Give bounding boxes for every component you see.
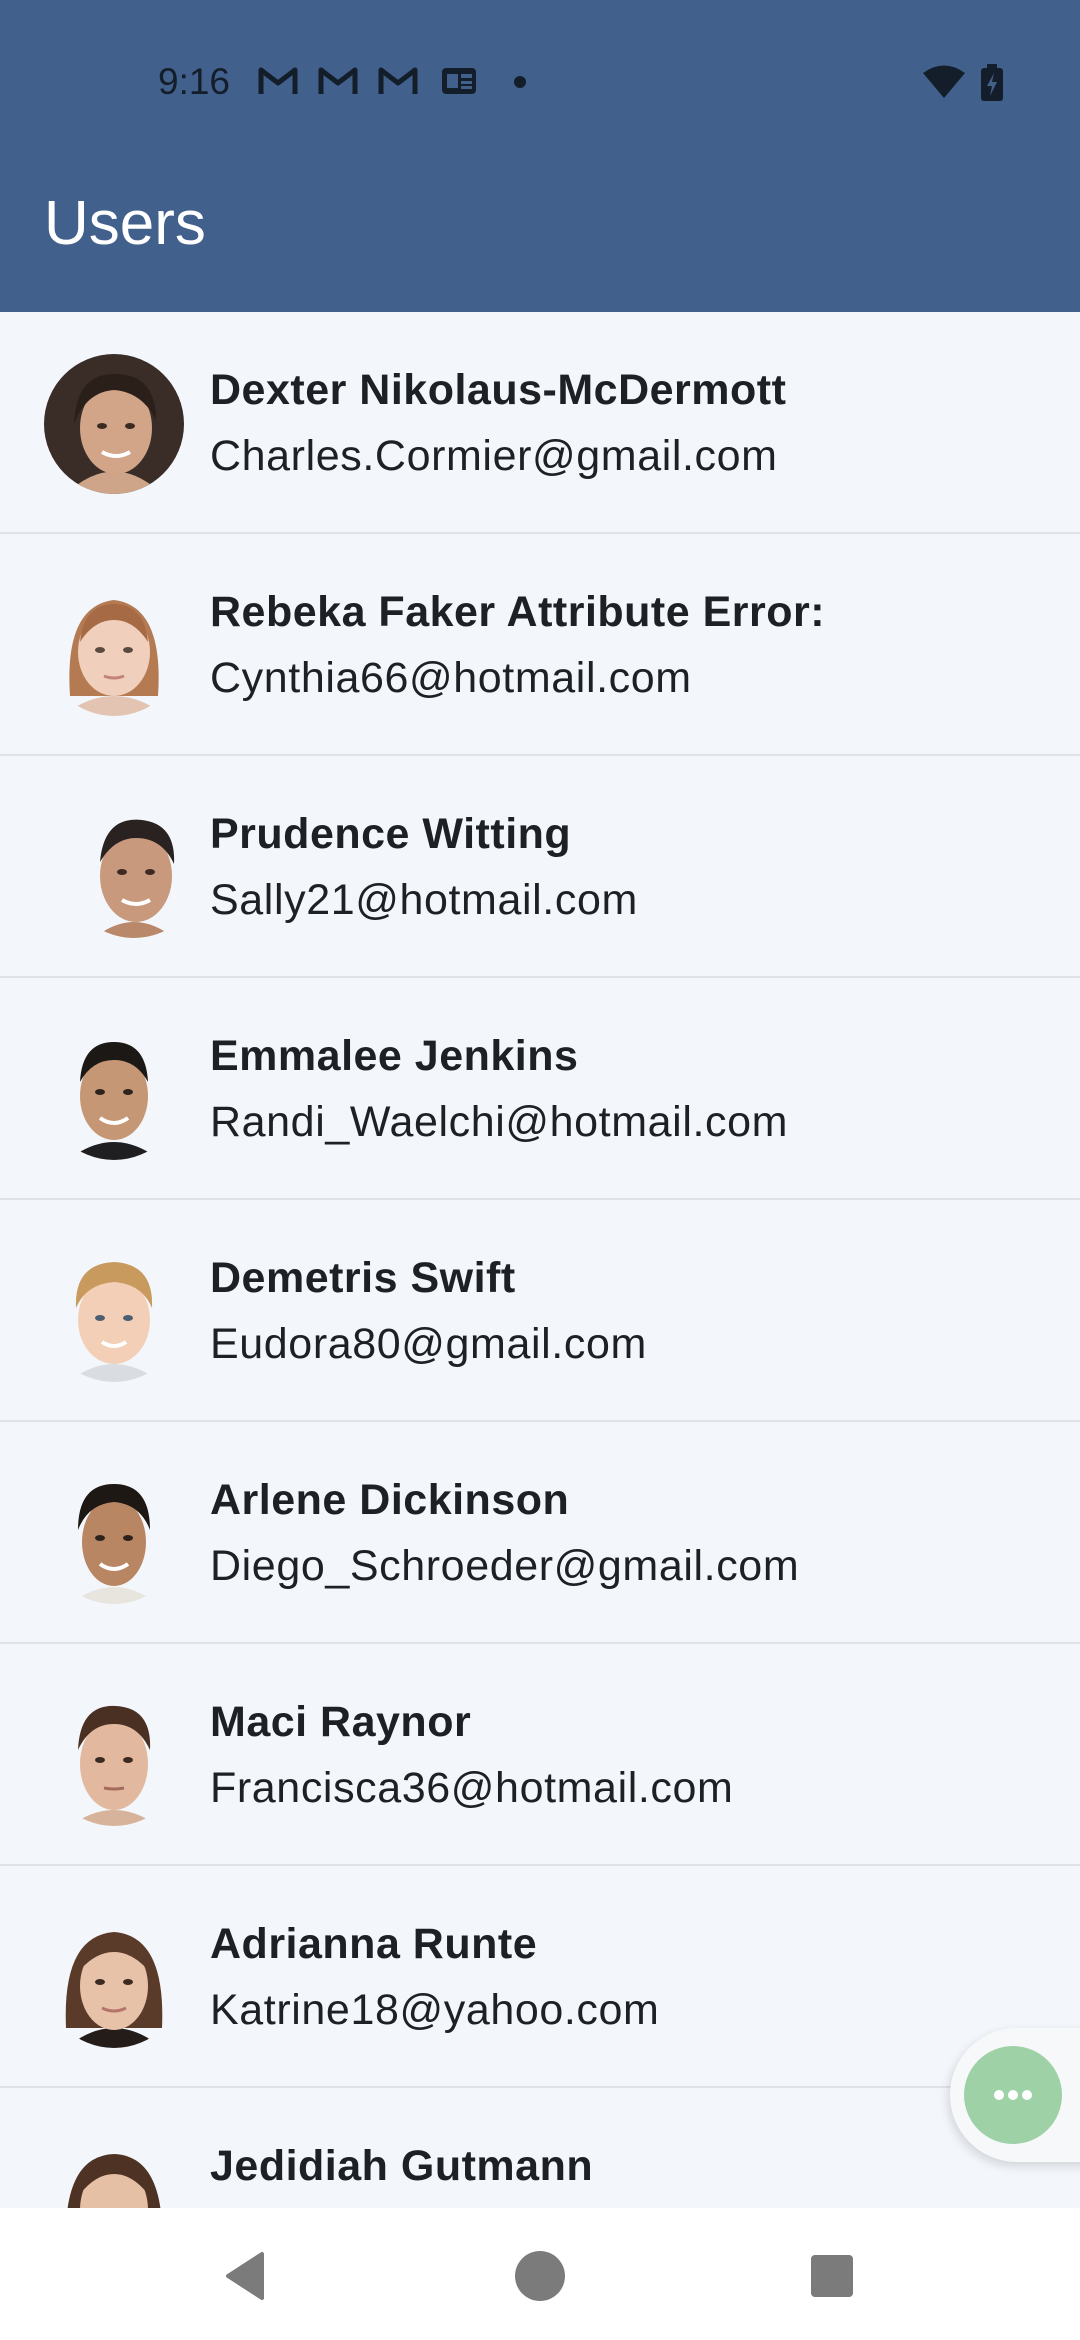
user-name: Emmalee Jenkins <box>210 1032 579 1080</box>
list-item[interactable]: Dexter Nikolaus-McDermott Charles.Cormie… <box>0 312 1080 534</box>
list-item[interactable]: Rebeka Faker Attribute Error: Cynthia66@… <box>0 534 1080 756</box>
home-icon <box>510 2246 570 2306</box>
recents-icon <box>802 2246 862 2306</box>
gmail-icon <box>318 64 358 98</box>
list-item[interactable]: Arlene Dickinson Diego_Schroeder@gmail.c… <box>0 1422 1080 1644</box>
list-item[interactable]: Maci Raynor Francisca36@hotmail.com <box>0 1644 1080 1866</box>
user-email: Cynthia66@hotmail.com <box>210 654 692 702</box>
more-horizontal-icon <box>964 2046 1062 2144</box>
list-item[interactable]: Prudence Witting Sally21@hotmail.com <box>0 756 1080 978</box>
avatar <box>44 1020 184 1160</box>
avatar <box>64 798 204 938</box>
user-email: Randi_Waelchi@hotmail.com <box>210 1098 789 1146</box>
back-icon <box>218 2246 278 2306</box>
dot-icon <box>512 64 528 98</box>
gmail-icon <box>378 64 418 98</box>
navigation-bar <box>0 2208 1080 2340</box>
list-item[interactable]: Emmalee Jenkins Randi_Waelchi@hotmail.co… <box>0 978 1080 1200</box>
user-email: Sally21@hotmail.com <box>210 876 638 924</box>
battery-icon <box>980 64 1004 101</box>
avatar <box>44 2130 184 2208</box>
news-icon <box>440 64 478 98</box>
user-email: Katrine18@yahoo.com <box>210 1986 660 2034</box>
list-item[interactable]: Demetris Swift Eudora80@gmail.com <box>0 1200 1080 1422</box>
avatar <box>44 1464 184 1604</box>
avatar <box>44 1686 184 1826</box>
status-time: 9:16 <box>158 61 231 102</box>
recents-button[interactable] <box>802 2246 862 2306</box>
app-bar: 9:16 Users <box>0 0 1080 312</box>
user-name: Adrianna Runte <box>210 1920 538 1968</box>
user-name: Prudence Witting <box>210 810 572 858</box>
list-item[interactable]: Jedidiah Gutmann <box>0 2088 1080 2208</box>
user-email: Francisca36@hotmail.com <box>210 1764 734 1812</box>
list-item[interactable]: Adrianna Runte Katrine18@yahoo.com <box>0 1866 1080 2088</box>
user-name: Rebeka Faker Attribute Error: <box>210 588 826 636</box>
avatar <box>44 576 184 716</box>
user-name: Arlene Dickinson <box>210 1476 570 1524</box>
avatar <box>44 1242 184 1382</box>
user-email: Diego_Schroeder@gmail.com <box>210 1542 800 1590</box>
user-name: Maci Raynor <box>210 1698 472 1746</box>
home-button[interactable] <box>510 2246 570 2306</box>
user-list[interactable]: Dexter Nikolaus-McDermott Charles.Cormie… <box>0 312 1080 2208</box>
user-email: Eudora80@gmail.com <box>210 1320 647 1368</box>
page-title: Users <box>44 189 206 258</box>
more-button[interactable] <box>964 2046 1062 2144</box>
fab-container <box>950 2028 1080 2162</box>
wifi-icon <box>922 64 966 98</box>
status-bar: 9:16 <box>0 0 1080 168</box>
user-name: Jedidiah Gutmann <box>210 2142 594 2190</box>
user-name: Dexter Nikolaus-McDermott <box>210 366 787 414</box>
user-name: Demetris Swift <box>210 1254 516 1302</box>
user-email: Charles.Cormier@gmail.com <box>210 432 778 480</box>
avatar <box>44 1908 184 2048</box>
avatar <box>44 354 184 494</box>
gmail-icon <box>258 64 298 98</box>
back-button[interactable] <box>218 2246 278 2306</box>
